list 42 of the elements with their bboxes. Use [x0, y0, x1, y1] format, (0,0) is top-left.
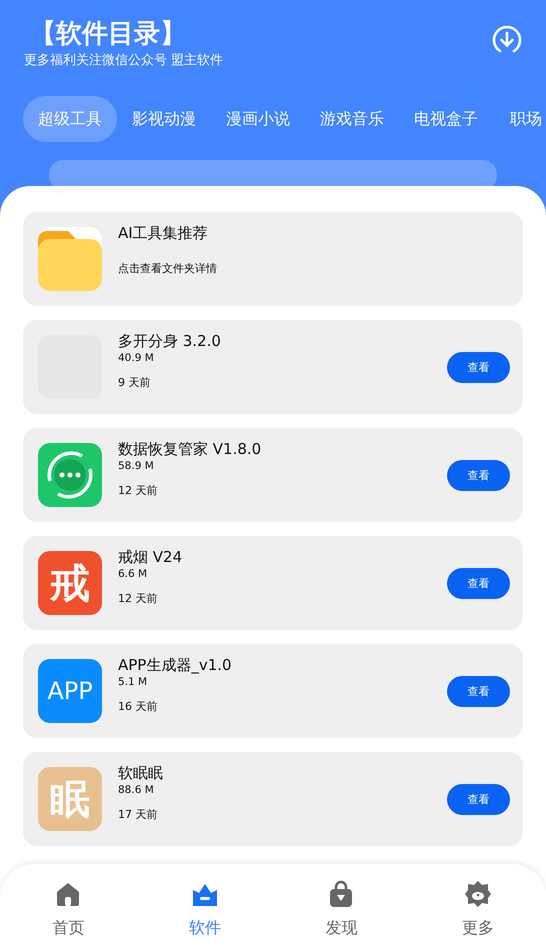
app-name: APP生成器_v1.0 [118, 655, 233, 675]
folder-hint: 点击查看文件夹详情 [118, 261, 218, 276]
page-subtitle: 更多福利关注微信公众号 盟主软件 [24, 52, 224, 70]
app-card[interactable]: 数据恢复管家 V1.8.0 58.9 M 12 天前 查看 [23, 428, 523, 522]
view-button[interactable]: 查看 [447, 460, 510, 490]
app-card[interactable]: 眠 软眠眠 88.6 M 17 天前 查看 [23, 752, 523, 846]
app-card[interactable]: 多开分身 3.2.0 40.9 M 9 天前 查看 [23, 320, 523, 414]
category-tab[interactable]: 职场 [493, 96, 546, 142]
app-name: 戒烟 V24 [118, 547, 184, 567]
nav-tab[interactable]: 发现 [273, 864, 410, 950]
nav-tab[interactable]: 更多 [410, 864, 546, 950]
update-time: 17 天前 [118, 807, 158, 822]
app-name: 数据恢复管家 V1.8.0 [118, 439, 262, 459]
update-time: 12 天前 [118, 483, 158, 498]
app-size: 88.6 M [118, 783, 155, 797]
app-size: 40.9 M [118, 351, 155, 365]
app-card[interactable]: APP APP生成器_v1.0 5.1 M 16 天前 查看 [23, 644, 523, 738]
view-button[interactable]: 查看 [447, 352, 510, 382]
app-size: 6.6 M [118, 567, 148, 581]
app-name: 软眠眠 [118, 763, 164, 783]
category-tab[interactable]: 影视动漫 [117, 96, 211, 142]
view-button[interactable]: 查看 [447, 676, 510, 706]
app-icon: 戒 [38, 551, 102, 615]
category-tab[interactable]: 电视盒子 [399, 96, 493, 142]
app-card[interactable]: AI工具集推荐 点击查看文件夹详情 [23, 212, 523, 306]
app-size: 58.9 M [118, 459, 155, 473]
app-icon: 眠 [38, 767, 102, 831]
category-tab[interactable]: 游戏音乐 [305, 96, 399, 142]
nav-tab[interactable]: 软件 [136, 864, 273, 950]
app-name: 多开分身 3.2.0 [118, 331, 222, 351]
app-card[interactable]: 戒 戒烟 V24 6.6 M 12 天前 查看 [23, 536, 523, 630]
app-icon: APP [38, 659, 102, 723]
update-time: 9 天前 [118, 375, 152, 390]
nav-tab[interactable]: 首页 [0, 864, 136, 950]
page-title: 【软件目录】 [30, 18, 187, 51]
update-time: 12 天前 [118, 591, 158, 606]
app-size: 5.1 M [118, 675, 148, 689]
category-tab[interactable]: 漫画小说 [211, 96, 305, 142]
view-button[interactable]: 查看 [447, 784, 510, 814]
view-button[interactable]: 查看 [447, 568, 510, 598]
update-time: 16 天前 [118, 699, 158, 714]
app-name: AI工具集推荐 [118, 223, 209, 243]
